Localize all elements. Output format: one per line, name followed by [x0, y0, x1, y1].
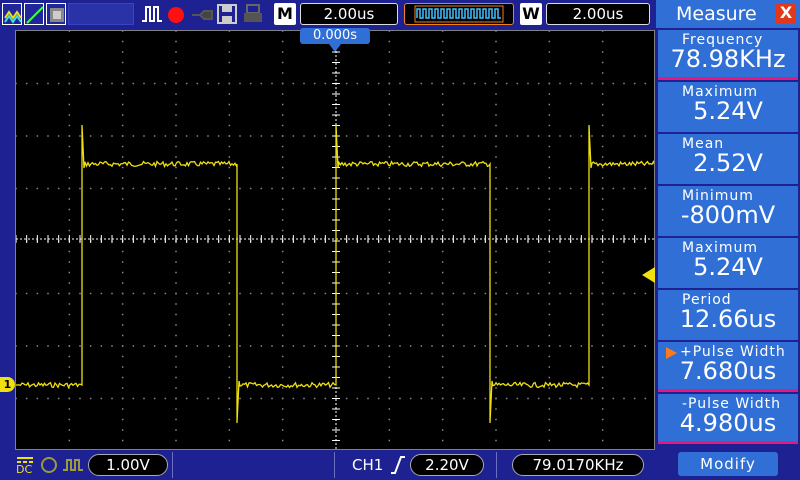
- measure-item-value: 5.24V: [693, 97, 763, 125]
- persist-mode-icon[interactable]: [46, 3, 66, 25]
- bottom-status-bar: DC 1.00V CH1 2.20V 79.0170KHz: [0, 450, 656, 480]
- measure-item-maximum-2[interactable]: Maximum 5.24V: [658, 238, 798, 288]
- coupling-label: DC: [16, 463, 33, 476]
- record-icon[interactable]: [166, 3, 186, 25]
- measure-item-value: 4.980us: [679, 409, 777, 437]
- window-value[interactable]: 2.00us: [546, 3, 650, 25]
- window-label: W: [520, 3, 542, 25]
- waveform-display[interactable]: [15, 30, 655, 450]
- top-toolbar: M 2.00us W 2.00us: [0, 0, 656, 30]
- wave-mode-icon[interactable]: [2, 3, 22, 25]
- volts-per-division[interactable]: 1.00V: [88, 454, 168, 476]
- measure-item-value: -800mV: [680, 201, 776, 229]
- measure-item-mean[interactable]: Mean 2.52V: [658, 134, 798, 184]
- measure-item-positive-pulse-width[interactable]: +Pulse Width 7.680us: [658, 342, 798, 392]
- dc-coupling-icon[interactable]: DC: [16, 454, 34, 476]
- trigger-level-marker[interactable]: [642, 267, 655, 283]
- measure-item-minimum[interactable]: Minimum -800mV: [658, 186, 798, 236]
- pulse-probe-icon[interactable]: [62, 456, 84, 474]
- measure-item-value: 2.52V: [693, 149, 763, 177]
- measure-item-value: 78.98KHz: [670, 45, 786, 73]
- trigger-level[interactable]: 2.20V: [410, 454, 484, 476]
- measure-item-frequency[interactable]: Frequency 78.98KHz: [658, 30, 798, 80]
- divider: [334, 452, 335, 478]
- measure-item-value: 5.24V: [693, 253, 763, 281]
- measure-item-value: 7.680us: [679, 357, 777, 385]
- divider: [172, 452, 173, 478]
- timebase-main-label: M: [274, 3, 296, 25]
- trigger-position-marker: [329, 44, 341, 52]
- spare-slot: [68, 3, 134, 25]
- selected-indicator: [658, 441, 798, 444]
- selected-indicator: [658, 77, 798, 80]
- divider: [496, 452, 497, 478]
- measure-item-maximum[interactable]: Maximum 5.24V: [658, 82, 798, 132]
- channel-1-ground-marker[interactable]: 1: [0, 377, 15, 392]
- close-icon[interactable]: X: [776, 3, 796, 23]
- timebase-value[interactable]: 2.00us: [300, 3, 398, 25]
- rising-edge-icon: [390, 455, 406, 475]
- trigger-position-readout: 0.000s: [300, 28, 370, 44]
- selected-indicator: [658, 389, 798, 392]
- measure-item-value: 12.66us: [679, 305, 777, 333]
- window-preview[interactable]: [404, 3, 514, 25]
- channel-1-trace: [16, 124, 654, 424]
- oscilloscope-ui: M 2.00us W 2.00us 0.000s 1 Measure X Fre…: [0, 0, 800, 480]
- save-icon[interactable]: [216, 3, 238, 25]
- line-mode-icon[interactable]: [24, 3, 44, 25]
- probe-icon: [190, 3, 214, 25]
- modify-button[interactable]: Modify: [678, 452, 778, 476]
- measure-item-negative-pulse-width[interactable]: -Pulse Width 4.980us: [658, 394, 798, 444]
- measure-panel: Measure X Frequency 78.98KHz Maximum 5.2…: [656, 0, 800, 480]
- trigger-source: CH1: [352, 456, 384, 474]
- bandwidth-limit-icon[interactable]: [40, 456, 58, 474]
- print-icon[interactable]: [242, 3, 264, 25]
- run-stop-icon[interactable]: [140, 3, 164, 25]
- measure-item-period[interactable]: Period 12.66us: [658, 290, 798, 340]
- frequency-counter: 79.0170KHz: [512, 454, 644, 476]
